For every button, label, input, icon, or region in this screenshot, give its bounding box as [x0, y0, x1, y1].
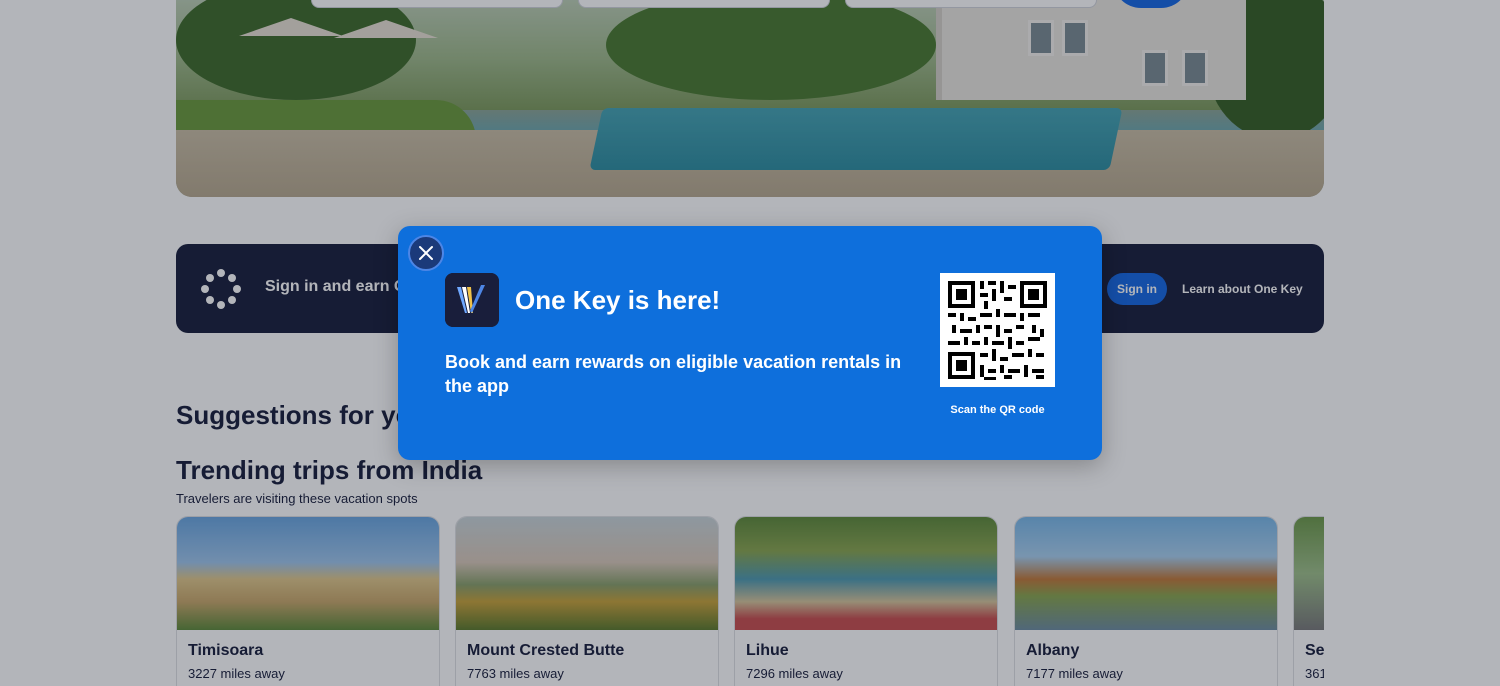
modal-title: One Key is here!	[515, 285, 721, 315]
qr-code	[940, 273, 1055, 387]
close-button[interactable]	[408, 235, 444, 271]
close-icon	[419, 246, 433, 260]
app-logo-icon	[445, 273, 499, 327]
modal-body: Book and earn rewards on eligible vacati…	[445, 352, 902, 396]
qr-label: Scan the QR code	[950, 404, 1045, 416]
onekey-modal: One Key is here! Book and earn rewards o…	[398, 226, 1102, 460]
